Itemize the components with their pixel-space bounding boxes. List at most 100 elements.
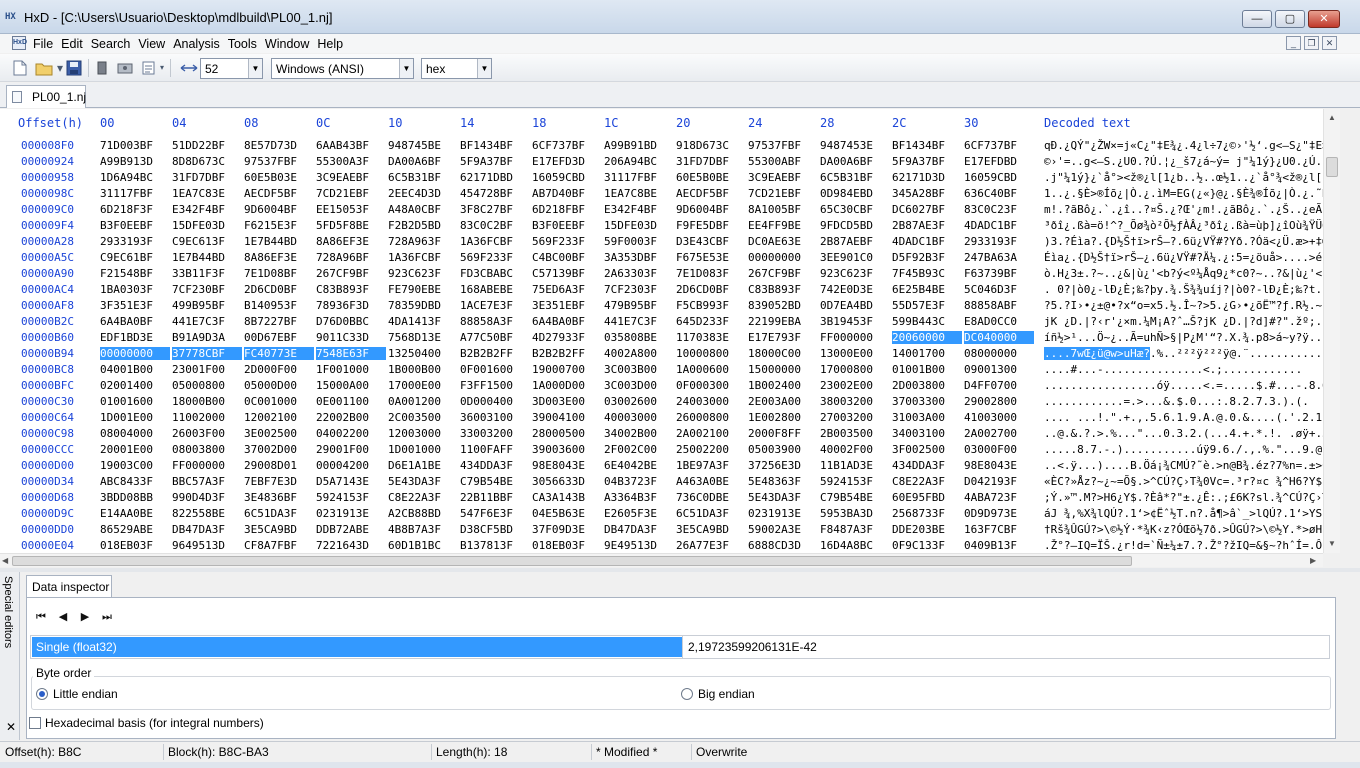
hex-cell[interactable]: 55D57E3F bbox=[892, 299, 962, 312]
hex-cell[interactable]: 38003200 bbox=[820, 395, 890, 408]
hex-cell[interactable]: 5C046D3F bbox=[964, 283, 1034, 296]
decoded-text[interactable]: .................óÿ.....<.=.....$.#...-.… bbox=[1044, 379, 1326, 392]
hex-cell[interactable]: 13250400 bbox=[388, 347, 458, 360]
hex-cell[interactable]: 31117FBF bbox=[604, 171, 674, 184]
hex-cell[interactable]: 7CD21EBF bbox=[316, 187, 386, 200]
hex-cell[interactable]: 2B87AEBF bbox=[820, 235, 890, 248]
hex-cell[interactable]: 08003800 bbox=[172, 443, 242, 456]
hex-cell[interactable]: 1BA0303F bbox=[100, 283, 170, 296]
hex-row[interactable]: 00000AF8 3F351E3F 499B95BF B140953F 78936F3D… bbox=[0, 297, 1340, 313]
hex-cell[interactable]: 206A94BC bbox=[604, 155, 674, 168]
hex-cell[interactable]: 4B8B7A3F bbox=[388, 523, 458, 536]
hex-cell[interactable]: 3F002500 bbox=[892, 443, 962, 456]
hex-cell[interactable]: 62171D3D bbox=[892, 171, 962, 184]
hex-cell[interactable]: 1ACE7E3F bbox=[460, 299, 530, 312]
hex-cell[interactable]: 7221643D bbox=[316, 539, 386, 552]
tab-data-inspector[interactable]: Data inspector bbox=[26, 575, 112, 597]
hex-cell[interactable]: 9649513D bbox=[172, 539, 242, 552]
previous-icon[interactable]: ◀ bbox=[55, 609, 71, 625]
hex-cell[interactable]: FE790EBE bbox=[388, 283, 458, 296]
hex-cell[interactable]: 5953BA3D bbox=[820, 507, 890, 520]
hex-cell[interactable]: 1D001E00 bbox=[100, 411, 170, 424]
hex-cell[interactable]: A48A0CBF bbox=[388, 203, 458, 216]
hex-cell[interactable]: 4DADC1BF bbox=[964, 219, 1034, 232]
hex-cell[interactable]: 1EA7C8BE bbox=[604, 187, 674, 200]
hex-cell[interactable]: 15DFE03D bbox=[604, 219, 674, 232]
hex-cell[interactable]: 2A002700 bbox=[964, 427, 1034, 440]
hex-cell[interactable]: B137813F bbox=[460, 539, 530, 552]
hex-cell[interactable]: 26A77E3F bbox=[676, 539, 746, 552]
hex-cell[interactable]: 20060000 bbox=[892, 331, 962, 344]
hex-cell[interactable]: C83B893F bbox=[316, 283, 386, 296]
hex-cell[interactable]: D38CF5BD bbox=[460, 523, 530, 536]
decoded-text[interactable]: m!.?ãBô¿.`.¿î..?¤Š.¿?Œ'¿m!.¿ãBô¿.`.¿Š..¿… bbox=[1044, 203, 1326, 216]
hex-cell[interactable]: 2D6CD0BF bbox=[244, 283, 314, 296]
hex-cell[interactable]: 923C623F bbox=[388, 267, 458, 280]
hex-cell[interactable]: 1F001000 bbox=[316, 363, 386, 376]
hex-cell[interactable]: DC0AE63E bbox=[748, 235, 818, 248]
hex-cell[interactable]: 163F7CBF bbox=[964, 523, 1034, 536]
hex-cell[interactable]: C83B893F bbox=[748, 283, 818, 296]
hex-cell[interactable]: 97537FBF bbox=[244, 155, 314, 168]
new-file-icon[interactable] bbox=[12, 60, 28, 76]
hex-cell[interactable]: 12003000 bbox=[388, 427, 458, 440]
hex-cell[interactable]: 8E57D73D bbox=[244, 139, 314, 152]
hex-cell[interactable]: AB7D40BF bbox=[532, 187, 602, 200]
hex-cell[interactable]: A463A0BE bbox=[676, 475, 746, 488]
inspector-field-name[interactable]: Single (float32) bbox=[32, 637, 682, 657]
hex-cell[interactable]: 2D003800 bbox=[892, 379, 962, 392]
hex-cell[interactable]: 3D003E00 bbox=[532, 395, 602, 408]
hex-cell[interactable]: 454728BF bbox=[460, 187, 530, 200]
decoded-text[interactable]: ;Ý.»™.M?>H6¿Y$.?Èâ*?"±.¿Ê:.;£6K?sl.¾^CÚ?… bbox=[1044, 491, 1326, 504]
disk-icon[interactable] bbox=[117, 60, 133, 76]
hex-cell[interactable]: 16059CBD bbox=[964, 171, 1034, 184]
hex-cell[interactable]: 9D6004BF bbox=[244, 203, 314, 216]
hex-cell[interactable]: 2F002C00 bbox=[604, 443, 674, 456]
hex-cell[interactable]: 6A4BA0BF bbox=[532, 315, 602, 328]
hex-cell[interactable]: 36003100 bbox=[460, 411, 530, 424]
decoded-text[interactable]: 1..¿.§È>®Íõ¿|Ò.¿.ìM=EG(¿«}@¿.§È¾®Íõ¿|Ò.¿… bbox=[1044, 187, 1326, 200]
hex-cell[interactable]: 00000000 bbox=[100, 347, 170, 360]
hex-cell[interactable]: 0231913E bbox=[748, 507, 818, 520]
hex-cell[interactable]: 0F9C133F bbox=[892, 539, 962, 552]
hex-cell[interactable]: 34002B00 bbox=[604, 427, 674, 440]
hex-cell[interactable]: 1A000600 bbox=[676, 363, 746, 376]
close-button[interactable]: ✕ bbox=[1308, 10, 1340, 28]
decoded-text[interactable]: .... ...!.".+.,.5.6.1.9.A.@.0.&....(.'.2… bbox=[1044, 411, 1326, 424]
hex-cell[interactable]: 33003200 bbox=[460, 427, 530, 440]
hex-cell[interactable]: 1B002400 bbox=[748, 379, 818, 392]
menu-file[interactable]: File bbox=[33, 36, 59, 52]
hex-cell[interactable]: 31FD7DBF bbox=[172, 171, 242, 184]
hex-cell[interactable]: D5A7143E bbox=[316, 475, 386, 488]
hex-cell[interactable]: 05000D00 bbox=[244, 379, 314, 392]
hex-cell[interactable]: C8E22A3F bbox=[388, 491, 458, 504]
hex-cell[interactable]: 7548E63F bbox=[316, 347, 386, 360]
hex-cell[interactable]: 345A28BF bbox=[892, 187, 962, 200]
hex-cell[interactable]: 18000C00 bbox=[748, 347, 818, 360]
hex-cell[interactable]: 1E7B44BD bbox=[172, 251, 242, 264]
hex-cell[interactable]: FD3CBABC bbox=[460, 267, 530, 280]
hex-cell[interactable]: 2B87AE3F bbox=[892, 219, 962, 232]
hex-cell[interactable]: 59002A3E bbox=[748, 523, 818, 536]
decoded-text[interactable]: ò.H¿3±.?~..¿&|ù¿'<b?ý<º¼Åq9¿*c0?~..?&|ù¿… bbox=[1044, 267, 1326, 280]
decoded-text[interactable]: †Rš¾ÛGÚ?>\©½Ý·*¾K‹z?ÓŒõ½7ð.>ÛGÚ?>\©½Y.*>… bbox=[1044, 523, 1326, 536]
hex-cell[interactable]: 5E48363F bbox=[748, 475, 818, 488]
hex-cell[interactable]: 27003200 bbox=[820, 411, 890, 424]
hex-cell[interactable]: 018EB03F bbox=[532, 539, 602, 552]
hex-cell[interactable]: 33B11F3F bbox=[172, 267, 242, 280]
hex-cell[interactable]: EE4FF9BE bbox=[748, 219, 818, 232]
hex-cell[interactable]: 2EEC4D3D bbox=[388, 187, 458, 200]
decoded-text[interactable]: íñ½>¹...Ö~¿..Ã=uhÑ>§|P¿M'“?.X.¾.p8>á~y?ÿ… bbox=[1044, 331, 1326, 344]
menu-window[interactable]: Window bbox=[265, 36, 315, 52]
hex-cell[interactable]: DA00A6BF bbox=[820, 155, 890, 168]
hex-cell[interactable]: 22002B00 bbox=[316, 411, 386, 424]
hex-cell[interactable]: 0D984EBD bbox=[820, 187, 890, 200]
hex-row[interactable]: 00000B2C 6A4BA0BF 441E7C3F 8B7227BF D76D0BBC… bbox=[0, 313, 1340, 329]
document-system-icon[interactable]: HxD bbox=[12, 36, 27, 50]
scroll-right-icon[interactable]: ▶ bbox=[1310, 556, 1316, 565]
hex-cell[interactable]: 267CF9BF bbox=[316, 267, 386, 280]
hex-cell[interactable]: 65C30CBF bbox=[820, 203, 890, 216]
hex-cell[interactable]: 7CF2303F bbox=[604, 283, 674, 296]
properties-icon[interactable] bbox=[141, 60, 157, 76]
hex-cell[interactable]: 3C9EAEBF bbox=[748, 171, 818, 184]
